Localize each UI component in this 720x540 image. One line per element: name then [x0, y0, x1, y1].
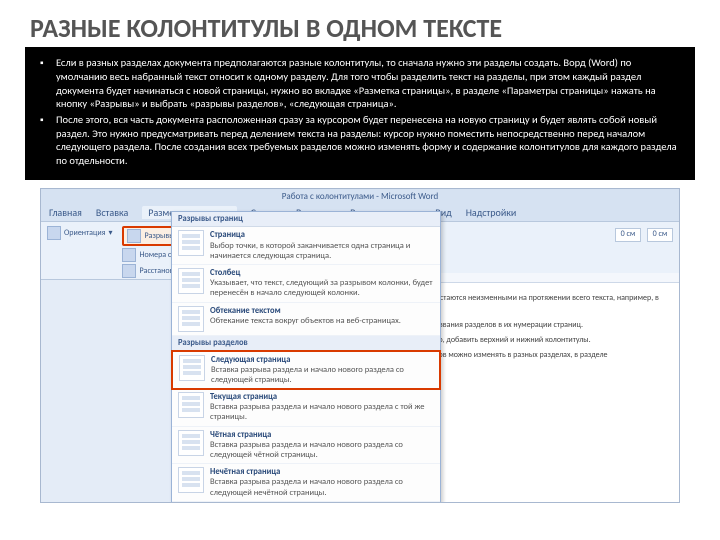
bullet-item: Если в разных разделах документа предпол… — [36, 56, 684, 111]
dropdown-header-page-breaks: Разрывы страниц — [172, 212, 440, 227]
word-screenshot: Работа с колонтитулами - Microsoft Word … — [40, 188, 680, 503]
break-option-even-page[interactable]: Чётная страницаВставка разрыва раздела и… — [172, 427, 440, 465]
break-option-textwrap[interactable]: Обтекание текстомОбтекание текста вокруг… — [172, 303, 440, 336]
breaks-dropdown: Разрывы страниц СтраницаВыбор точки, в к… — [171, 211, 441, 502]
textwrap-break-icon — [178, 306, 204, 332]
even-page-icon — [178, 430, 204, 456]
break-option-continuous[interactable]: Текущая страницаВставка разрыва раздела … — [172, 389, 440, 427]
break-option-next-page[interactable]: Следующая страницаВставка разрыва раздел… — [171, 350, 441, 391]
break-option-column[interactable]: СтолбецУказывает, что текст, следующий з… — [172, 265, 440, 303]
bullet-item: После этого, вся часть документа располо… — [36, 113, 684, 168]
indent-right[interactable]: 0 см — [647, 228, 673, 242]
indent-left[interactable]: 0 см — [615, 228, 641, 242]
content-textbox: Если в разных разделах документа предпол… — [25, 47, 695, 180]
hyphen-icon — [122, 264, 136, 278]
tab-home[interactable]: Главная — [49, 206, 82, 219]
lines-icon — [122, 248, 136, 262]
orientation-button[interactable]: Ориентация ▾ — [47, 226, 112, 240]
app-titlebar: Работа с колонтитулами - Microsoft Word — [41, 189, 679, 204]
continuous-icon — [178, 392, 204, 418]
next-page-icon — [179, 355, 205, 381]
slide-title: РАЗНЫЕ КОЛОНТИТУЛЫ В ОДНОМ ТЕКСТЕ — [0, 0, 720, 47]
page-break-icon — [178, 230, 204, 256]
column-break-icon — [178, 268, 204, 294]
tab-insert[interactable]: Вставка — [96, 206, 128, 219]
break-option-page[interactable]: СтраницаВыбор точки, в которой заканчива… — [172, 227, 440, 265]
odd-page-icon — [178, 467, 204, 493]
break-option-odd-page[interactable]: Нечётная страницаВставка разрыва раздела… — [172, 464, 440, 502]
breaks-icon — [127, 229, 141, 243]
dropdown-header-section-breaks: Разрывы разделов — [172, 336, 440, 351]
orientation-icon — [47, 226, 61, 240]
tab-addins[interactable]: Надстройки — [466, 206, 517, 219]
spacing-controls: 0 см 0 см — [615, 228, 673, 242]
